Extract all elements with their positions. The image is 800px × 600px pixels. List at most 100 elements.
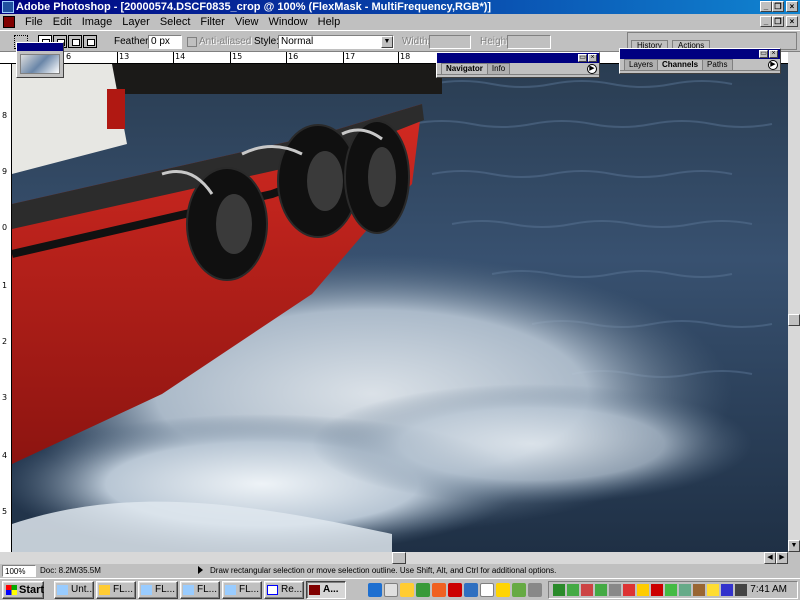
taskbar-item-label: FL... (155, 584, 176, 595)
menu-view[interactable]: View (230, 14, 264, 30)
taskbar-item[interactable]: FL... (96, 581, 136, 599)
tab-navigator[interactable]: Navigator (441, 63, 488, 74)
minimize-button[interactable]: _ (760, 1, 772, 12)
toolbox-title-bar[interactable] (17, 43, 63, 51)
style-select[interactable]: Normal ▼ (278, 35, 394, 49)
app-icon[interactable] (464, 583, 478, 597)
tab-layers[interactable]: Layers (624, 59, 659, 70)
tray-icon[interactable] (665, 584, 677, 596)
taskbar-item[interactable]: FL... (222, 581, 262, 599)
menu-help[interactable]: Help (313, 14, 346, 30)
photoshop-logo-icon[interactable] (20, 54, 60, 74)
tab-info[interactable]: Info (486, 63, 511, 74)
restore-button[interactable]: ❐ (772, 1, 784, 12)
menu-file[interactable]: File (20, 14, 48, 30)
taskbar-item[interactable]: A... (306, 581, 346, 599)
antialiased-checkbox (187, 37, 197, 47)
tray-icon[interactable] (553, 584, 565, 596)
chevron-down-icon[interactable]: ▼ (381, 36, 393, 48)
menu-bar: File Edit Image Layer Select Filter View… (0, 14, 800, 30)
photoshop-app-icon[interactable] (2, 1, 14, 13)
app-icon[interactable] (432, 583, 446, 597)
menu-filter[interactable]: Filter (195, 14, 229, 30)
palette-minimize-icon[interactable]: ▭ (578, 54, 587, 62)
taskbar-item-label: FL... (197, 584, 218, 595)
clock[interactable]: 7:41 AM (750, 583, 787, 597)
horizontal-scrollbar[interactable]: ◀ ▶ (0, 552, 788, 564)
app-icon[interactable] (528, 583, 542, 597)
tab-channels[interactable]: Channels (657, 59, 704, 70)
scroll-left-icon[interactable]: ◀ (764, 552, 776, 564)
app-icon[interactable] (448, 583, 462, 597)
tray-icon[interactable] (581, 584, 593, 596)
taskbar-item-label: Unt... (71, 584, 94, 595)
taskbar-item[interactable]: FL... (138, 581, 178, 599)
palette-close-icon[interactable]: × (769, 50, 778, 58)
layers-palette[interactable]: ▭ × Layers Channels Paths ▶ (619, 48, 781, 74)
toolbox-palette[interactable] (16, 42, 64, 78)
title-bar: Adobe Photoshop - [20000574.DSCF0835_cro… (0, 0, 800, 14)
ruler-label: 6 (66, 52, 72, 61)
folder-icon (99, 585, 110, 595)
tray-icon[interactable] (567, 584, 579, 596)
ruler-vertical[interactable]: 8 9 0 1 2 3 4 5 (0, 64, 12, 552)
subtract-selection-icon[interactable] (68, 35, 82, 48)
tray-icon[interactable] (595, 584, 607, 596)
navigator-palette[interactable]: ▭ × Navigator Info ▶ (436, 52, 600, 78)
scroll-corner (788, 552, 800, 564)
menu-image[interactable]: Image (77, 14, 118, 30)
taskbar-item[interactable]: FL... (180, 581, 220, 599)
taskbar-item[interactable]: Re... (264, 581, 304, 599)
document-size[interactable]: Doc: 8.2M/35.5M (40, 565, 101, 577)
app-icon[interactable] (496, 583, 510, 597)
horizontal-scroll-thumb[interactable] (392, 552, 406, 564)
tray-icon[interactable] (707, 584, 719, 596)
document-control-icon[interactable] (3, 16, 15, 28)
vertical-scroll-thumb[interactable] (788, 314, 800, 326)
language-icon[interactable] (721, 584, 733, 596)
scroll-right-icon[interactable]: ▶ (776, 552, 788, 564)
doc-restore-button[interactable]: ❐ (772, 16, 784, 27)
doc-minimize-button[interactable]: _ (760, 16, 772, 27)
scroll-down-icon[interactable]: ▼ (788, 540, 800, 552)
menu-select[interactable]: Select (155, 14, 196, 30)
doc-close-button[interactable]: × (786, 16, 798, 27)
palette-menu-icon[interactable]: ▶ (768, 60, 778, 70)
ie-icon[interactable] (368, 583, 382, 597)
tray-icon[interactable] (693, 584, 705, 596)
palette-minimize-icon[interactable]: ▭ (759, 50, 768, 58)
tray-icon[interactable] (623, 584, 635, 596)
folder-icon[interactable] (400, 583, 414, 597)
tray-icon[interactable] (609, 584, 621, 596)
close-button[interactable]: × (786, 1, 798, 12)
status-menu-icon[interactable] (198, 566, 203, 574)
tab-paths[interactable]: Paths (702, 59, 733, 70)
intersect-selection-icon[interactable] (83, 35, 97, 48)
vertical-scrollbar[interactable]: ▼ (788, 52, 800, 552)
network-icon[interactable] (416, 583, 430, 597)
feather-input[interactable]: 0 px (148, 35, 182, 49)
taskbar-item[interactable]: Unt... (54, 581, 94, 599)
image-canvas[interactable] (12, 64, 788, 552)
palette-title-bar[interactable]: ▭ × (620, 49, 780, 59)
palette-title-bar[interactable]: ▭ × (437, 53, 599, 63)
menu-layer[interactable]: Layer (117, 14, 155, 30)
tray-icon[interactable] (679, 584, 691, 596)
volume-icon[interactable] (735, 584, 747, 596)
start-button[interactable]: Start (2, 581, 44, 599)
menu-edit[interactable]: Edit (48, 14, 77, 30)
search-icon[interactable] (384, 583, 398, 597)
app-icon[interactable] (512, 583, 526, 597)
taskbar-item-label: FL... (239, 584, 260, 595)
zoom-field[interactable]: 100% (2, 565, 36, 577)
tray-icon[interactable] (651, 584, 663, 596)
ruler-label: 5 (2, 507, 8, 516)
palette-menu-icon[interactable]: ▶ (587, 64, 597, 74)
tool-hint: Draw rectangular selection or move selec… (210, 566, 557, 575)
app-icon[interactable] (480, 583, 494, 597)
taskbar-item-label: Re... (281, 584, 303, 595)
palette-close-icon[interactable]: × (588, 54, 597, 62)
tray-icon[interactable] (637, 584, 649, 596)
feather-label: Feather: (114, 36, 152, 47)
menu-window[interactable]: Window (264, 14, 313, 30)
